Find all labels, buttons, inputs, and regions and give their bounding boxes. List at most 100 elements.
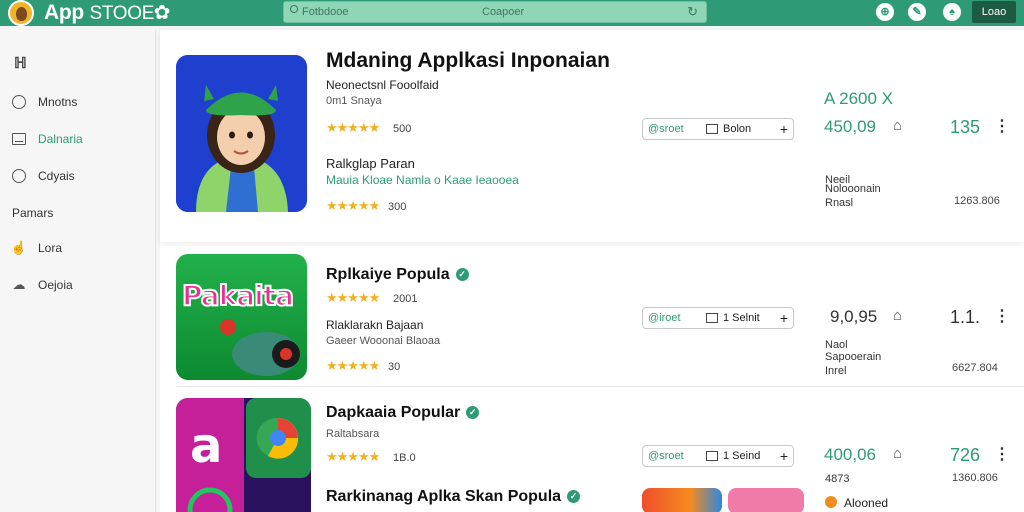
file-size: 1263.806 xyxy=(954,195,1000,207)
app-title[interactable]: Mdaning Applkasi Inponaian xyxy=(326,49,610,73)
app-category: 0m1 Snaya xyxy=(326,95,382,107)
search-input[interactable]: Fotbdooe Coapoer ↻ xyxy=(283,1,707,23)
app-tags-link[interactable]: Mauia Kloae Namla o Kaae Ieaooea xyxy=(326,173,519,187)
section-title: Ralkglap Paran xyxy=(326,156,415,171)
price-value: 400,06 xyxy=(824,445,876,464)
login-button[interactable]: Loao xyxy=(972,1,1016,23)
sidebar-item-lora[interactable]: ☝ Lora xyxy=(10,237,62,259)
thumbnail-text: a xyxy=(190,418,223,474)
app-title[interactable]: Rplkaiye Popula ✓ xyxy=(326,266,469,284)
promo-thumbnail[interactable] xyxy=(728,488,804,512)
gear-icon[interactable]: ✿ xyxy=(150,1,174,25)
star-rating-icon: ★★★★★ xyxy=(326,358,380,373)
hand-icon: ☝ xyxy=(10,240,28,255)
compass-icon xyxy=(10,167,28,185)
avatar-icon[interactable] xyxy=(8,0,34,26)
app-title[interactable]: Dapkaaia Popular ✓ xyxy=(326,404,480,422)
promo-thumbnail[interactable] xyxy=(642,488,722,512)
action-tag: @iroet xyxy=(648,312,681,324)
meta-line-3: Inrel xyxy=(825,365,847,377)
meta-line-2: Nolooonain xyxy=(825,183,881,195)
meta-line-3: Rnasl xyxy=(825,197,854,209)
action-label: Bolon xyxy=(723,123,752,135)
globe-icon[interactable]: ⊕ xyxy=(876,3,894,21)
document-icon xyxy=(706,451,718,461)
app-category: Raltabsara xyxy=(326,428,380,440)
app-title[interactable]: Rarkinanag Aplka Skan Popula ✓ xyxy=(326,488,581,506)
app-thumbnail[interactable]: Pakaita xyxy=(176,254,307,380)
app-title-thin: STOOE xyxy=(89,3,155,24)
badge-icon xyxy=(825,496,837,508)
app-thumbnail[interactable] xyxy=(176,55,307,212)
action-label: 1 Seind xyxy=(723,450,761,462)
sidebar-item-cdyais[interactable]: Cdyais xyxy=(10,165,75,187)
thumbnail-text: Pakaita xyxy=(181,278,295,313)
app-list: ··· Mdaning Applkasi Inponaian Neonectsn… xyxy=(160,30,1024,512)
list-item[interactable]: Rarkinanag Aplka Skan Popula ✓ Alooned xyxy=(160,480,1024,512)
sidebar-item-label: Lora xyxy=(38,241,63,255)
app-developer[interactable]: Neonectsnl Fooolfaid xyxy=(326,78,439,92)
price-value: 9,0,95 xyxy=(830,307,878,326)
plus-icon[interactable]: + xyxy=(775,448,793,464)
download-count: 135 xyxy=(950,117,981,137)
install-control[interactable]: @sroet 1 Seind + xyxy=(642,445,794,467)
action-label: 1 Selnit xyxy=(723,312,760,324)
sidebar-item-label: Cdyais xyxy=(38,169,75,183)
rating-count: 2001 xyxy=(393,293,418,305)
library-icon[interactable]: ℍ xyxy=(14,54,27,72)
clock-icon xyxy=(10,93,28,111)
sidebar-item-oejoia[interactable]: ☁ Oejoia xyxy=(10,274,73,296)
document-icon xyxy=(706,124,718,134)
rating-count: 500 xyxy=(393,123,412,135)
star-rating-icon: ★★★★★ xyxy=(326,120,380,135)
plus-icon[interactable]: + xyxy=(775,310,793,326)
file-size: 6627.804 xyxy=(952,362,998,374)
search-icon xyxy=(290,5,298,13)
reload-icon[interactable]: ↻ xyxy=(687,4,698,20)
bell-icon[interactable]: ♠ xyxy=(943,3,961,21)
app-title-text: Dapkaaia Popular xyxy=(326,404,461,421)
star-rating-icon: ★★★★★ xyxy=(326,290,380,305)
meta-line-2: Sapooerain xyxy=(825,351,882,363)
sidebar-item-label: Mnotns xyxy=(38,95,78,109)
cart-icon[interactable]: ⌂ xyxy=(893,445,902,462)
kebab-menu-icon[interactable]: ⋮ xyxy=(994,116,1010,136)
sidebar: ℍ Mnotns Dalnaria Cdyais Pamars ☝ Lora ☁… xyxy=(0,30,156,512)
verified-icon: ✓ xyxy=(567,490,581,503)
rating-count: 30 xyxy=(388,361,401,373)
cart-icon[interactable]: ⌂ xyxy=(893,307,902,324)
plus-icon[interactable]: + xyxy=(775,121,793,137)
kebab-menu-icon[interactable]: ⋮ xyxy=(994,444,1010,464)
install-control[interactable]: @iroet 1 Selnit + xyxy=(642,307,794,329)
cloud-icon: ☁ xyxy=(12,277,26,292)
sidebar-section-label: Pamars xyxy=(12,206,54,220)
chat-icon[interactable]: ✎ xyxy=(908,3,926,21)
app-title-bold: App xyxy=(44,1,84,24)
price-label: A 2600 X xyxy=(824,89,894,108)
rating-count: 300 xyxy=(388,201,407,213)
star-rating-icon: ★★★★★ xyxy=(326,449,380,464)
document-icon xyxy=(706,313,718,323)
download-count: 726 xyxy=(950,445,981,465)
app-category: Gaeer Wooonai Blaoaa xyxy=(326,335,441,347)
app-title[interactable]: App STOOE xyxy=(44,1,154,25)
top-bar: App STOOE ✿ Fotbdooe Coapoer ↻ ⊕ ✎ ♠ Loa… xyxy=(0,0,1024,26)
list-item[interactable]: a Dapkaaia Popular ✓ Raltabsara ★★★★★ 1B.… xyxy=(160,388,1024,512)
kebab-menu-icon[interactable]: ⋮ xyxy=(994,306,1010,326)
action-tag: @sroet xyxy=(648,450,684,462)
app-title-text: Rplkaiye Popula xyxy=(326,266,450,283)
sidebar-item-mnotns[interactable]: Mnotns xyxy=(10,91,77,113)
rating-count: 1B.0 xyxy=(393,452,416,464)
sidebar-item-label: Dalnaria xyxy=(38,132,83,146)
cart-icon[interactable]: ⌂ xyxy=(893,117,902,134)
sidebar-item-dalnaria[interactable]: Dalnaria xyxy=(10,128,83,150)
install-control[interactable]: @sroet Bolon + xyxy=(642,118,794,140)
app-developer[interactable]: Rlaklarakn Bajaan xyxy=(326,318,423,332)
search-placeholder: Fotbdooe xyxy=(302,6,349,18)
verified-icon: ✓ xyxy=(455,268,469,281)
badge-label: Alooned xyxy=(844,496,889,510)
list-item[interactable]: Pakaita Rplkaiye Popula ✓ ★★★★★ 2001 Rlak… xyxy=(160,246,1024,387)
list-item[interactable]: Mdaning Applkasi Inponaian Neonectsnl Fo… xyxy=(160,30,1024,242)
verified-icon: ✓ xyxy=(466,406,480,419)
action-tag: @sroet xyxy=(648,123,684,135)
